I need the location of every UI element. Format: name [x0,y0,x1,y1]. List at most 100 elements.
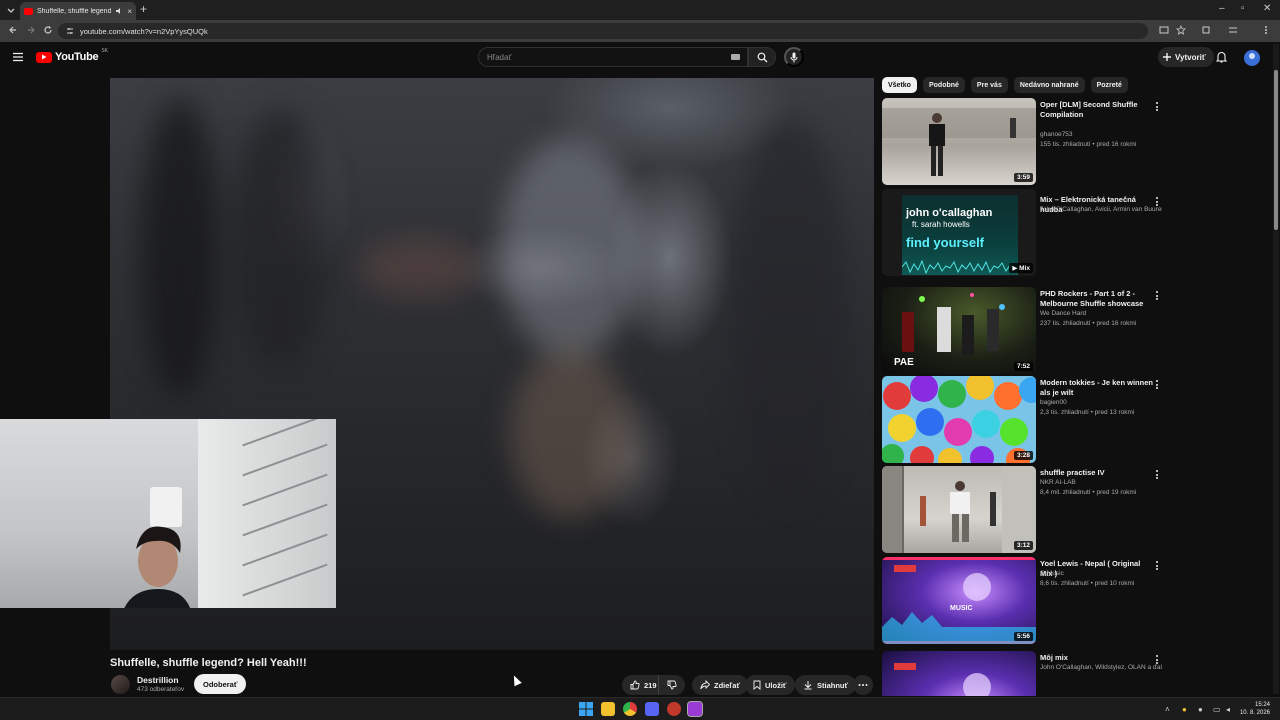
youtube-logo[interactable]: YouTube SK [36,48,108,63]
browser-menu-icon[interactable] [1264,25,1268,35]
webcam-person [124,526,191,608]
file-explorer-icon[interactable] [601,702,615,716]
tray-mic-icon[interactable]: ● [1198,705,1203,714]
chip-recently-uploaded[interactable]: Nedávno nahrané [1013,77,1085,93]
user-avatar[interactable] [1244,50,1260,66]
thumb-overlay-text: PAE [894,357,914,368]
video-thumbnail[interactable]: PAE 7:52 [882,287,1036,374]
video-duration: 3:12 [1013,541,1033,550]
video-title: Shuffelle, shuffle legend? Hell Yeah!!! [110,657,307,669]
reload-icon[interactable] [43,25,53,35]
tray-app-icon[interactable]: ● [1182,705,1187,714]
mix-thumb-song: find yourself [906,235,985,250]
recommendation-channel[interactable]: John O'Callaghan, Avicii, Armin van Buur… [1040,206,1162,213]
more-vertical-icon[interactable] [1154,291,1160,300]
country-code: SK [101,48,108,54]
chip-related[interactable]: Podobné [922,77,965,93]
more-vertical-icon[interactable] [1154,102,1160,111]
download-button[interactable]: Stiahnuť [795,675,857,695]
recommendation-channel[interactable]: We Dance Hard [1040,310,1086,317]
recommendation-item[interactable]: Môj mix John O'Callaghan, Wildstylez, OL… [882,651,1162,696]
obs-icon[interactable] [687,701,703,717]
page-scrollbar-thumb[interactable] [1274,70,1278,230]
like-button[interactable]: 219 [622,675,663,695]
site-info-icon[interactable] [66,27,74,35]
more-actions-button[interactable] [853,675,873,695]
more-vertical-icon[interactable] [1154,470,1160,479]
more-vertical-icon[interactable] [1154,561,1160,570]
discord-icon[interactable] [645,702,659,716]
tray-network-icon[interactable]: ▭ [1213,705,1221,714]
search-input[interactable] [487,52,727,62]
recommendation-title[interactable]: Môj mix [1040,653,1154,663]
voice-search-button[interactable] [784,47,804,67]
youtube-favicon-icon [24,7,33,15]
bookmark-icon [753,680,761,690]
tab-groups-icon[interactable] [1228,25,1238,35]
tray-chevron-icon[interactable]: ˄ [1165,705,1170,714]
recommendation-item[interactable]: 3:28 Modern tokkies - Je ken winnen als … [882,376,1162,464]
recommendation-meta: 8,6 tis. zhliadnutí • pred 10 rokmi [1040,580,1135,587]
recommendation-item[interactable]: 3:59 Oper [DLM] Second Shuffle Compilati… [882,98,1162,186]
share-button[interactable]: Zdieľať [692,675,749,695]
windows-start-icon[interactable] [579,702,593,716]
subscriber-count: 473 odberateľov [137,686,185,693]
system-clock[interactable]: 15:24 10. 8. 2026 [1240,701,1270,717]
more-vertical-icon[interactable] [1154,197,1160,206]
chip-for-you[interactable]: Pre vás [970,77,1008,93]
youtube-logo-text: YouTube [55,51,99,63]
extensions-icon[interactable] [1201,25,1211,35]
chrome-icon[interactable] [623,702,637,716]
channel-name[interactable]: Destrillion [137,675,179,685]
dislike-button[interactable] [658,675,685,695]
more-vertical-icon[interactable] [1154,655,1160,664]
tab-search-chevron-icon[interactable] [4,3,18,17]
recommendation-channel[interactable]: ghanoe753 [1040,131,1073,138]
tab-close-icon[interactable]: × [127,7,132,16]
maximize-button[interactable]: ▫ [1241,3,1245,14]
video-duration: 5:56 [1013,632,1033,641]
browser-tab-active[interactable]: Shuffelle, shuffle legend? H × [20,2,136,20]
video-thumbnail[interactable]: 3:28 [882,376,1036,463]
app-icon-red[interactable] [667,702,681,716]
recommendation-channel[interactable]: G Music [1040,570,1064,577]
tray-volume-icon[interactable]: ◂ [1226,705,1230,714]
recommendation-item[interactable]: PAE 7:52 PHD Rockers - Part 1 of 2 - Mel… [882,287,1162,375]
recommendation-item[interactable]: MUSIC 5:56 Yoel Lewis - Nepal ( Original… [882,557,1162,645]
create-button[interactable]: Vytvoriť [1158,47,1214,67]
recommendation-item[interactable]: john o'callaghan ft. sarah howells find … [882,189,1162,277]
recommendation-channel[interactable]: NKR AI-LAB [1040,479,1076,486]
subscribed-button[interactable]: Odoberať [194,674,247,694]
channel-avatar[interactable] [111,675,130,694]
back-arrow-icon[interactable] [8,25,18,35]
cast-icon[interactable] [1159,25,1169,35]
recommendation-channel[interactable]: John O'Callaghan, Wildstylez, OLAN a ďal… [1040,664,1162,671]
url-bar[interactable]: youtube.com/watch?v=n2VpYysQUQk [58,23,1148,39]
notifications-bell-icon[interactable] [1216,51,1227,63]
keyboard-icon[interactable] [731,54,740,60]
webcam-overlay [0,419,336,608]
more-vertical-icon[interactable] [1154,380,1160,389]
minimize-button[interactable]: – [1219,3,1225,14]
recommendation-title[interactable]: shuffle practise IV [1040,468,1154,478]
video-thumbnail[interactable]: 3:12 [882,466,1036,553]
chip-all[interactable]: Všetko [882,77,917,93]
video-thumbnail[interactable]: john o'callaghan ft. sarah howells find … [882,189,1036,276]
bookmark-star-icon[interactable] [1176,25,1186,35]
close-window-button[interactable]: ✕ [1263,3,1271,14]
search-button[interactable] [748,47,776,67]
speaker-icon[interactable] [115,7,123,15]
video-thumbnail[interactable]: 3:59 [882,98,1036,185]
recommendation-channel[interactable]: bagien00 [1040,399,1067,406]
chip-watched[interactable]: Pozreté [1090,77,1128,93]
hamburger-menu-icon[interactable] [12,52,24,62]
recommendation-title[interactable]: Oper [DLM] Second Shuffle Compilation [1040,100,1154,120]
video-thumbnail[interactable] [882,651,1036,696]
video-thumbnail[interactable]: MUSIC 5:56 [882,557,1036,644]
recommendation-title[interactable]: Modern tokkies - Je ken winnen als je wi… [1040,378,1154,398]
new-tab-button[interactable]: + [140,3,147,15]
forward-arrow-icon[interactable] [26,25,36,35]
recommendation-title[interactable]: PHD Rockers - Part 1 of 2 - Melbourne Sh… [1040,289,1154,309]
recommendation-item[interactable]: 3:12 shuffle practise IV NKR AI-LAB 8,4 … [882,466,1162,554]
save-button[interactable]: Uložiť [745,675,795,695]
